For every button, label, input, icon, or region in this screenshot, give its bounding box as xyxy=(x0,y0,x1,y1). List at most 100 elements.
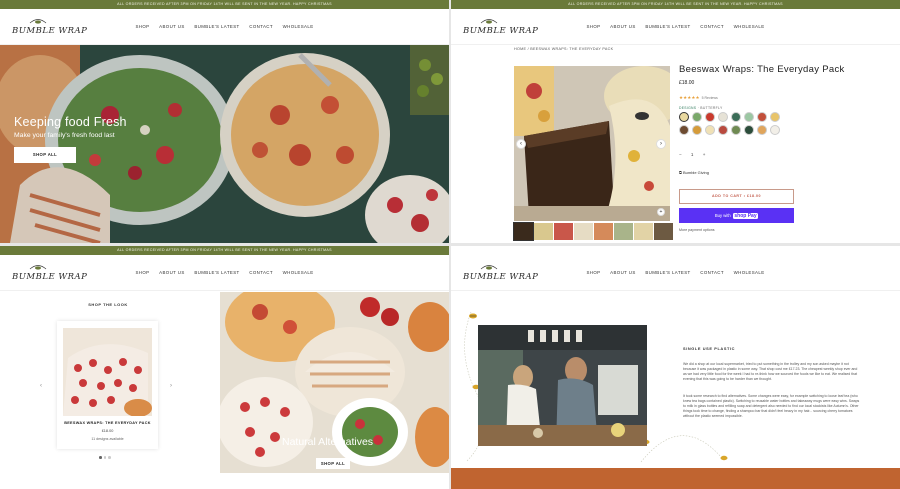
nav-contact[interactable]: CONTACT xyxy=(249,24,273,29)
design-swatch[interactable] xyxy=(757,112,767,122)
wrapped-food-photo xyxy=(63,328,152,416)
minus-icon[interactable]: − xyxy=(679,152,682,157)
carousel-dot[interactable] xyxy=(99,456,102,459)
nav-contact[interactable]: CONTACT xyxy=(700,270,724,275)
design-swatch[interactable] xyxy=(731,112,741,122)
zoom-icon[interactable]: + xyxy=(657,208,665,216)
nav-latest[interactable]: BUMBLE'S LATEST xyxy=(194,270,239,275)
shop-the-look-heading: SHOP THE LOOK xyxy=(88,302,128,307)
site-header: BUMBLE WRAP SHOP ABOUT US BUMBLE'S LATES… xyxy=(451,255,900,291)
nav-wholesale[interactable]: WHOLESALE xyxy=(734,270,765,275)
two-women-cooking-photo xyxy=(478,325,647,446)
thumbnail[interactable] xyxy=(513,222,534,241)
footer-band xyxy=(451,468,900,489)
thumbnail[interactable] xyxy=(534,223,553,240)
design-swatch[interactable] xyxy=(744,112,754,122)
thumbnail[interactable] xyxy=(634,223,653,240)
review-stars[interactable]: ★★★★★ 5 Reviews xyxy=(679,95,718,101)
screenshot-grid: ALL ORDERS RECEIVED AFTER 3PM ON FRIDAY … xyxy=(0,0,900,489)
nav-shop[interactable]: SHOP xyxy=(135,270,149,275)
story-paragraph-2: It took some research to find alternativ… xyxy=(683,394,860,418)
design-swatches xyxy=(679,112,791,135)
design-swatch[interactable] xyxy=(770,125,780,135)
gallery-prev-button[interactable]: ‹ xyxy=(516,139,526,149)
gallery-next-button[interactable]: › xyxy=(656,139,666,149)
review-count: 5 Reviews xyxy=(701,96,718,100)
product-card-name[interactable]: BEESWAX WRAPS: THE EVERYDAY PACK xyxy=(57,421,158,425)
variant-label: DESIGNS · BUTTERFLY xyxy=(679,106,723,110)
add-to-cart-button[interactable]: ADD TO CART • £18.00 xyxy=(679,189,794,204)
nav-wholesale[interactable]: WHOLESALE xyxy=(283,270,314,275)
design-swatch[interactable] xyxy=(757,125,767,135)
thumbnail[interactable] xyxy=(614,223,633,240)
nav-about[interactable]: ABOUT US xyxy=(159,270,185,275)
variant-selected: BUTTERFLY xyxy=(700,106,723,110)
design-swatch[interactable] xyxy=(718,112,728,122)
thumbnail[interactable] xyxy=(594,223,613,240)
site-header: BUMBLE WRAP SHOP ABOUT US BUMBLE'S LATES… xyxy=(0,9,449,45)
gift-label: Bumble Giving xyxy=(682,170,709,175)
horizontal-divider xyxy=(0,243,900,246)
hero-image xyxy=(0,45,449,243)
design-swatch[interactable] xyxy=(705,125,715,135)
natural-alternatives-title: Natural Alternatives xyxy=(282,436,374,448)
variant-label-name: DESIGNS xyxy=(679,106,697,110)
design-swatch[interactable] xyxy=(679,125,689,135)
product-main-image[interactable] xyxy=(514,66,670,221)
plus-icon[interactable]: + xyxy=(703,152,706,157)
design-swatch[interactable] xyxy=(692,125,702,135)
nav-about[interactable]: ABOUT US xyxy=(159,24,185,29)
main-nav: SHOP ABOUT US BUMBLE'S LATEST CONTACT WH… xyxy=(451,24,900,29)
design-swatch[interactable] xyxy=(770,112,780,122)
announcement-bar: ALL ORDERS RECEIVED AFTER 3PM ON FRIDAY … xyxy=(0,246,449,255)
announcement-bar: ALL ORDERS RECEIVED AFTER 3PM ON FRIDAY … xyxy=(0,0,449,9)
shop-pay-button[interactable]: Buy with shop Pay xyxy=(679,208,794,223)
nav-contact[interactable]: CONTACT xyxy=(700,24,724,29)
carousel-dot[interactable] xyxy=(108,456,111,459)
product-card[interactable]: BEESWAX WRAPS: THE EVERYDAY PACK £18.00 … xyxy=(57,321,158,449)
nav-about[interactable]: ABOUT US xyxy=(610,270,636,275)
quantity-stepper[interactable]: − 1 + xyxy=(679,152,713,157)
main-nav: SHOP ABOUT US BUMBLE'S LATEST CONTACT WH… xyxy=(451,270,900,275)
breadcrumb[interactable]: HOME / BEESWAX WRAPS: THE EVERYDAY PACK xyxy=(514,47,613,51)
carousel-next-icon[interactable]: › xyxy=(170,383,172,389)
shop-all-button[interactable]: SHOP ALL xyxy=(316,458,350,469)
panel-story: BUMBLE WRAP SHOP ABOUT US BUMBLE'S LATES… xyxy=(451,246,900,489)
panel-home: ALL ORDERS RECEIVED AFTER 3PM ON FRIDAY … xyxy=(0,0,449,243)
nav-latest[interactable]: BUMBLE'S LATEST xyxy=(645,270,690,275)
nav-about[interactable]: ABOUT US xyxy=(610,24,636,29)
hero-subtitle: Make your family's fresh food last xyxy=(14,132,115,139)
design-swatch[interactable] xyxy=(718,125,728,135)
nav-wholesale[interactable]: WHOLESALE xyxy=(734,24,765,29)
bread-wrap-photo xyxy=(514,66,670,221)
site-header: BUMBLE WRAP SHOP ABOUT US BUMBLE'S LATES… xyxy=(0,255,449,291)
nav-contact[interactable]: CONTACT xyxy=(249,270,273,275)
nav-latest[interactable]: BUMBLE'S LATEST xyxy=(645,24,690,29)
nav-wholesale[interactable]: WHOLESALE xyxy=(283,24,314,29)
design-swatch[interactable] xyxy=(692,112,702,122)
quantity-value[interactable]: 1 xyxy=(691,152,694,157)
carousel-prev-icon[interactable]: ‹ xyxy=(40,383,42,389)
panel-shop-the-look: ALL ORDERS RECEIVED AFTER 3PM ON FRIDAY … xyxy=(0,246,449,489)
design-swatch[interactable] xyxy=(744,125,754,135)
more-payment-link[interactable]: More payment options xyxy=(679,228,715,232)
thumbnail[interactable] xyxy=(574,223,593,240)
nav-shop[interactable]: SHOP xyxy=(135,24,149,29)
thumbnail[interactable] xyxy=(654,223,673,240)
design-swatch[interactable] xyxy=(731,125,741,135)
thumbnail[interactable] xyxy=(554,223,573,240)
nav-shop[interactable]: SHOP xyxy=(586,24,600,29)
carousel-dot[interactable] xyxy=(103,456,106,459)
design-swatch[interactable] xyxy=(705,112,715,122)
product-card-price: £18.00 xyxy=(101,429,114,433)
nav-latest[interactable]: BUMBLE'S LATEST xyxy=(194,24,239,29)
product-card-image[interactable] xyxy=(63,328,152,416)
gift-option[interactable]: ⧉ Bumble Giving xyxy=(679,170,709,175)
food-table-photo xyxy=(0,45,449,243)
announcement-bar: ALL ORDERS RECEIVED AFTER 3PM ON FRIDAY … xyxy=(451,0,900,9)
design-swatch[interactable] xyxy=(679,112,689,122)
nav-shop[interactable]: SHOP xyxy=(586,270,600,275)
shop-pay-logo: shop Pay xyxy=(732,213,759,219)
gallery-thumbnails xyxy=(513,222,674,241)
shop-all-button[interactable]: SHOP ALL xyxy=(14,147,76,163)
